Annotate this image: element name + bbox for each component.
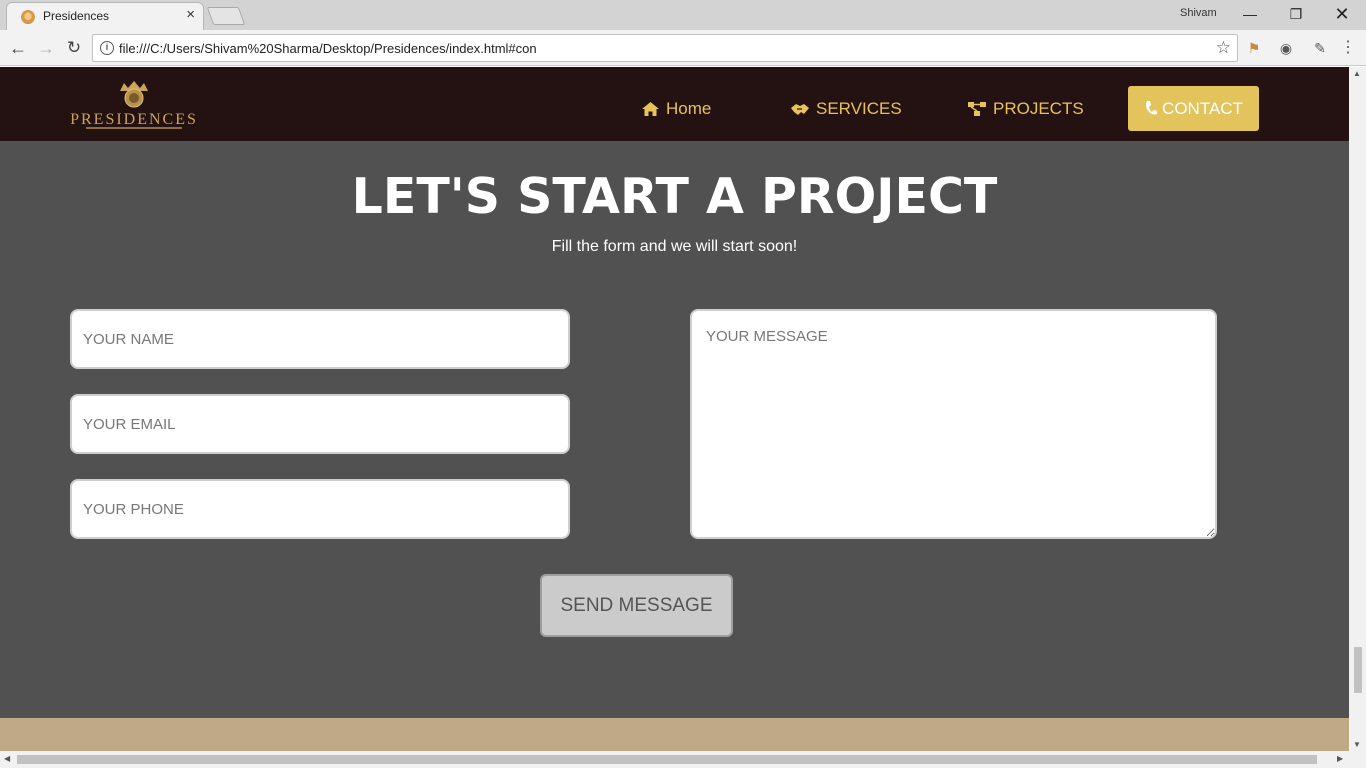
- window-close-icon[interactable]: ✕: [1322, 3, 1362, 25]
- address-bar[interactable]: i file:///C:/Users/Shivam%20Sharma/Deskt…: [92, 34, 1238, 62]
- vertical-scroll-thumb[interactable]: [1354, 647, 1362, 693]
- profile-name[interactable]: Shivam: [1180, 7, 1217, 19]
- phone-volume-icon: [1146, 100, 1158, 114]
- restore-icon[interactable]: ❐: [1276, 3, 1316, 25]
- email-field[interactable]: [70, 394, 570, 454]
- scroll-right-icon[interactable]: ▶: [1337, 754, 1343, 763]
- browser-toolbar: ← → ↻ i file:///C:/Users/Shivam%20Sharma…: [0, 30, 1366, 66]
- nav-contact[interactable]: CONTACT: [1128, 86, 1259, 131]
- browser-titlebar: Presidences × Shivam — ❐ ✕: [0, 0, 1366, 30]
- nav-projects[interactable]: PROJECTS: [967, 98, 1084, 120]
- logo-underline: [86, 127, 182, 129]
- message-field[interactable]: [690, 309, 1217, 539]
- favicon-icon: [21, 10, 35, 24]
- page-viewport: PRESIDENCES Home SERVICES PROJECTS CONTA…: [0, 67, 1349, 751]
- horizontal-scrollbar[interactable]: ◀ ▶: [0, 751, 1366, 768]
- forward-arrow-icon[interactable]: →: [34, 36, 58, 60]
- name-field[interactable]: [70, 309, 570, 369]
- tab-close-icon[interactable]: ×: [186, 6, 195, 23]
- minimize-icon[interactable]: —: [1230, 3, 1270, 25]
- scroll-up-icon[interactable]: ▲: [1353, 69, 1361, 78]
- site-logo[interactable]: PRESIDENCES: [66, 79, 202, 131]
- vertical-scrollbar[interactable]: ▲ ▼: [1349, 67, 1366, 751]
- reload-icon[interactable]: ↻: [62, 36, 86, 60]
- bookmark-star-icon[interactable]: ☆: [1216, 38, 1231, 58]
- site-header: PRESIDENCES Home SERVICES PROJECTS CONTA…: [0, 67, 1349, 141]
- scroll-left-icon[interactable]: ◀: [4, 754, 10, 763]
- nav-contact-label: CONTACT: [1162, 98, 1243, 118]
- extension-record-icon[interactable]: ◉: [1276, 38, 1296, 58]
- send-message-button[interactable]: SEND MESSAGE: [540, 574, 733, 637]
- contact-subtitle: Fill the form and we will start soon!: [551, 238, 798, 255]
- nav-home-label: Home: [666, 99, 712, 118]
- home-icon: [642, 102, 659, 116]
- nav-projects-label: PROJECTS: [993, 99, 1084, 118]
- back-arrow-icon[interactable]: ←: [6, 36, 30, 60]
- browser-tab[interactable]: Presidences ×: [6, 2, 204, 30]
- nav-services-label: SERVICES: [816, 99, 902, 118]
- new-tab-button[interactable]: [206, 7, 246, 25]
- info-icon[interactable]: i: [100, 41, 114, 55]
- nav-home[interactable]: Home: [641, 98, 711, 120]
- contact-title: LET'S START A PROJECT: [351, 168, 998, 225]
- extension-pin-icon[interactable]: ⚑: [1244, 38, 1264, 58]
- extension-eyedropper-icon[interactable]: ✎: [1310, 38, 1330, 58]
- kebab-menu-icon[interactable]: ⋮: [1338, 38, 1358, 58]
- handshake-icon: [791, 104, 809, 115]
- lion-crest-icon: [120, 81, 148, 108]
- footer-band: [0, 718, 1349, 751]
- horizontal-scroll-thumb[interactable]: [17, 755, 1317, 764]
- sitemap-icon: [968, 102, 986, 116]
- url-text[interactable]: file:///C:/Users/Shivam%20Sharma/Desktop…: [119, 41, 537, 56]
- phone-field[interactable]: [70, 479, 570, 539]
- scroll-down-icon[interactable]: ▼: [1353, 740, 1361, 749]
- tab-title: Presidences: [43, 9, 110, 23]
- nav-services[interactable]: SERVICES: [790, 98, 902, 120]
